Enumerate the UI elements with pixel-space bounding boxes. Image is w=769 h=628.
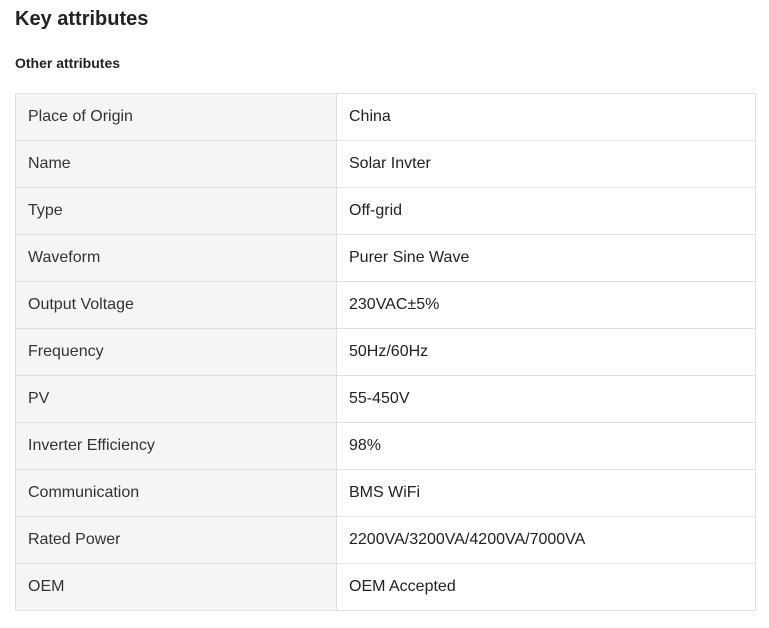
attribute-value: 2200VA/3200VA/4200VA/7000VA: [336, 516, 756, 564]
table-row: Frequency 50Hz/60Hz: [15, 328, 756, 376]
table-row: Rated Power 2200VA/3200VA/4200VA/7000VA: [15, 516, 756, 564]
attribute-key: Place of Origin: [15, 93, 337, 141]
table-row: Name Solar Invter: [15, 140, 756, 188]
attribute-value: Off-grid: [336, 187, 756, 235]
table-row: Output Voltage 230VAC±5%: [15, 281, 756, 329]
attribute-key: Inverter Efficiency: [15, 422, 337, 470]
table-row: OEM OEM Accepted: [15, 563, 756, 611]
attribute-key: Frequency: [15, 328, 337, 376]
attribute-value: OEM Accepted: [336, 563, 756, 611]
section-title: Other attributes: [15, 55, 121, 71]
table-row: Inverter Efficiency 98%: [15, 422, 756, 470]
table-row: Type Off-grid: [15, 187, 756, 235]
attribute-key: Rated Power: [15, 516, 337, 564]
attribute-value: 230VAC±5%: [336, 281, 756, 329]
page-title: Key attributes: [15, 8, 149, 30]
attribute-value: Purer Sine Wave: [336, 234, 756, 282]
table-row: Place of Origin China: [15, 93, 756, 141]
attribute-key: Output Voltage: [15, 281, 337, 329]
attribute-key: Type: [15, 187, 337, 235]
attribute-key: Communication: [15, 469, 337, 517]
attribute-key: Name: [15, 140, 337, 188]
attributes-table: Place of Origin China Name Solar Invter …: [15, 93, 756, 611]
table-row: Communication BMS WiFi: [15, 469, 756, 517]
attribute-value: 98%: [336, 422, 756, 470]
attribute-key: Waveform: [15, 234, 337, 282]
attribute-value: China: [336, 93, 756, 141]
attribute-value: 50Hz/60Hz: [336, 328, 756, 376]
table-row: Waveform Purer Sine Wave: [15, 234, 756, 282]
attribute-value: 55-450V: [336, 375, 756, 423]
attribute-value: BMS WiFi: [336, 469, 756, 517]
table-row: PV 55-450V: [15, 375, 756, 423]
attribute-key: OEM: [15, 563, 337, 611]
attribute-key: PV: [15, 375, 337, 423]
attribute-value: Solar Invter: [336, 140, 756, 188]
